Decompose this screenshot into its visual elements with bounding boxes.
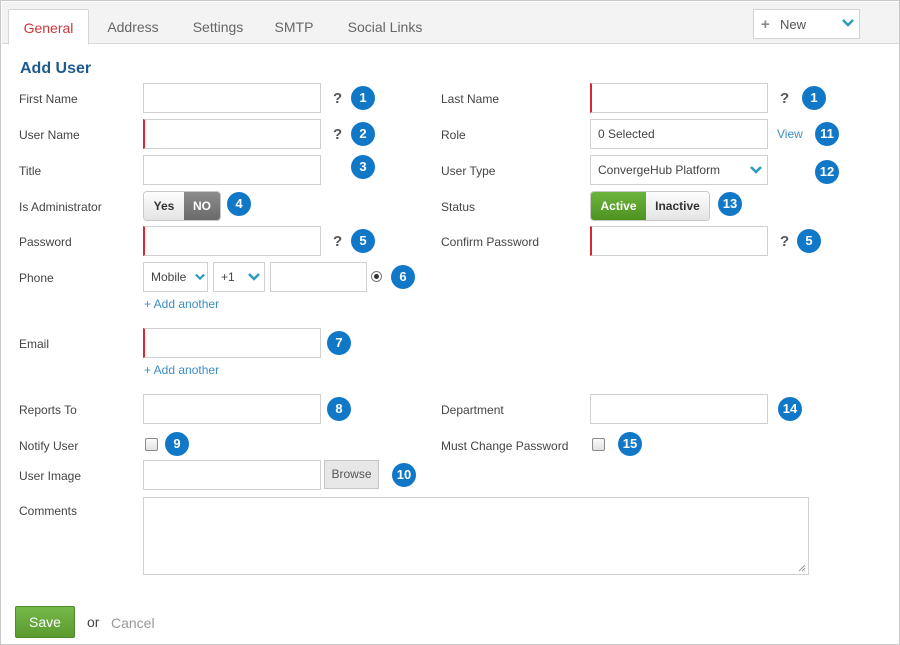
step-badge: 13 <box>718 192 742 216</box>
last-name-label: Last Name <box>441 92 500 106</box>
step-badge: 3 <box>351 155 375 179</box>
confirm-password-input[interactable] <box>590 226 768 256</box>
new-button-label: New <box>780 17 807 32</box>
user-image-path-input[interactable] <box>143 460 321 490</box>
user-type-label: User Type <box>441 164 496 178</box>
reports-to-label: Reports To <box>19 403 77 417</box>
phone-type-value: Mobile <box>151 270 187 284</box>
last-name-input[interactable] <box>590 83 768 113</box>
step-badge: 10 <box>392 463 416 487</box>
step-badge: 1 <box>802 86 826 110</box>
phone-label: Phone <box>19 271 54 285</box>
step-badge: 4 <box>227 192 251 216</box>
chevron-down-icon <box>842 18 854 28</box>
tab-bar: General Address Settings SMTP Social Lin… <box>2 2 899 45</box>
is-admin-label: Is Administrator <box>19 200 102 214</box>
status-active-option[interactable]: Active <box>591 192 646 220</box>
title-input[interactable] <box>143 155 321 185</box>
chevron-down-icon <box>750 165 762 175</box>
chevron-down-icon <box>248 272 260 282</box>
title-label: Title <box>19 164 42 178</box>
plus-icon: + <box>761 16 770 33</box>
new-dropdown-button[interactable]: + New <box>753 9 860 39</box>
status-inactive-option[interactable]: Inactive <box>646 192 709 220</box>
add-another-email-link[interactable]: + Add another <box>144 363 219 377</box>
reports-to-input[interactable] <box>143 394 321 424</box>
role-value: 0 Selected <box>598 127 655 141</box>
step-badge: 9 <box>165 432 189 456</box>
tab-settings[interactable]: Settings <box>178 9 258 44</box>
user-type-value: ConvergeHub Platform <box>598 163 721 177</box>
user-image-label: User Image <box>19 469 82 483</box>
notify-user-label: Notify User <box>19 439 79 453</box>
save-button[interactable]: Save <box>15 606 75 638</box>
role-label: Role <box>441 128 466 142</box>
status-toggle[interactable]: Active Inactive <box>590 191 710 221</box>
step-badge: 5 <box>797 229 821 253</box>
help-icon[interactable]: ? <box>780 90 789 107</box>
country-code-value: +1 <box>221 270 235 284</box>
step-badge: 8 <box>327 397 351 421</box>
page-title: Add User <box>20 60 92 77</box>
step-badge: 6 <box>391 265 415 289</box>
step-badge: 14 <box>778 397 802 421</box>
browse-button[interactable]: Browse <box>324 460 379 489</box>
user-name-label: User Name <box>19 128 80 142</box>
resize-grip-icon[interactable] <box>798 564 806 572</box>
confirm-password-label: Confirm Password <box>441 235 540 249</box>
admin-no-option[interactable]: NO <box>184 192 220 220</box>
help-icon[interactable]: ? <box>333 126 342 143</box>
step-badge: 12 <box>815 160 839 184</box>
step-badge: 7 <box>327 331 351 355</box>
role-view-link[interactable]: View <box>777 127 803 141</box>
role-select[interactable]: 0 Selected <box>590 119 768 149</box>
step-badge: 11 <box>815 122 839 146</box>
tab-social-links[interactable]: Social Links <box>338 9 432 44</box>
phone-type-select[interactable]: Mobile <box>143 262 208 292</box>
department-label: Department <box>441 403 504 417</box>
user-name-input[interactable] <box>143 119 321 149</box>
step-badge: 2 <box>351 122 375 146</box>
tab-smtp[interactable]: SMTP <box>262 9 326 44</box>
password-label: Password <box>19 235 72 249</box>
comments-textarea[interactable] <box>143 497 809 575</box>
notify-user-checkbox[interactable] <box>145 438 158 451</box>
tab-address[interactable]: Address <box>93 9 173 44</box>
email-label: Email <box>19 337 50 351</box>
step-badge: 5 <box>351 229 375 253</box>
tab-general[interactable]: General <box>8 9 89 45</box>
form-window: General Address Settings SMTP Social Lin… <box>0 0 900 645</box>
email-input[interactable] <box>143 328 321 358</box>
cancel-link[interactable]: Cancel <box>111 615 155 631</box>
must-change-password-checkbox[interactable] <box>592 438 605 451</box>
first-name-input[interactable] <box>143 83 321 113</box>
admin-yes-option[interactable]: Yes <box>144 192 184 220</box>
help-icon[interactable]: ? <box>333 90 342 107</box>
user-type-select[interactable]: ConvergeHub Platform <box>590 155 768 185</box>
or-text: or <box>87 614 100 630</box>
step-badge: 15 <box>618 432 642 456</box>
primary-phone-radio[interactable] <box>371 271 382 282</box>
help-icon[interactable]: ? <box>333 233 342 250</box>
department-input[interactable] <box>590 394 768 424</box>
must-change-password-label: Must Change Password <box>441 439 569 453</box>
step-badge: 1 <box>351 86 375 110</box>
first-name-label: First Name <box>19 92 78 106</box>
add-another-phone-link[interactable]: + Add another <box>144 297 219 311</box>
chevron-down-icon <box>195 272 205 282</box>
admin-toggle[interactable]: Yes NO <box>143 191 221 221</box>
comments-label: Comments <box>19 504 78 518</box>
phone-number-input[interactable] <box>270 262 367 292</box>
password-input[interactable] <box>143 226 321 256</box>
country-code-select[interactable]: +1 <box>213 262 265 292</box>
help-icon[interactable]: ? <box>780 233 789 250</box>
status-label: Status <box>441 200 476 214</box>
